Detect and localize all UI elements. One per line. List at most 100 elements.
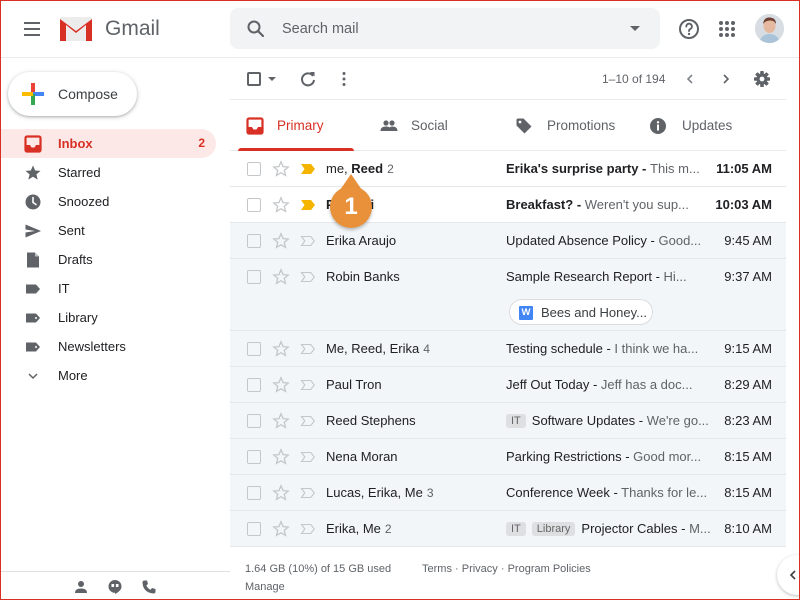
email-time: 8:23 AM xyxy=(724,413,772,428)
subject-line: IT Software Updates - We're go... xyxy=(506,413,709,428)
info-icon xyxy=(650,118,666,134)
important-marker-icon[interactable] xyxy=(300,199,316,211)
search-options-caret-icon[interactable] xyxy=(630,26,640,31)
subject-separator: - xyxy=(602,341,615,356)
star-toggle-icon[interactable] xyxy=(272,376,290,394)
sidebar-item-snoozed[interactable]: Snoozed xyxy=(0,187,216,216)
star-toggle-icon[interactable] xyxy=(272,160,290,178)
email-row[interactable]: Robin Banks Sample Research Report - Hi..… xyxy=(230,259,786,331)
row-checkbox[interactable] xyxy=(247,342,261,356)
sidebar-item-drafts[interactable]: Drafts xyxy=(0,245,216,274)
email-row[interactable]: Reed Stephens IT Software Updates - We're … xyxy=(230,403,786,439)
sender: Erika Araujo xyxy=(326,233,396,248)
sidebar-bottom-bar xyxy=(0,571,230,600)
tab-primary[interactable]: Primary xyxy=(230,100,362,151)
subject-separator: - xyxy=(677,521,690,536)
important-marker-icon[interactable] xyxy=(300,235,316,247)
row-checkbox[interactable] xyxy=(247,378,261,392)
subject-separator: - xyxy=(646,233,659,248)
search-input[interactable] xyxy=(282,8,612,49)
star-toggle-icon[interactable] xyxy=(272,268,290,286)
row-checkbox[interactable] xyxy=(247,234,261,248)
row-checkbox[interactable] xyxy=(247,486,261,500)
sidebar-item-it[interactable]: IT xyxy=(0,274,216,303)
search-icon[interactable] xyxy=(246,19,266,39)
row-checkbox[interactable] xyxy=(247,270,261,284)
sidebar-item-label: Sent xyxy=(58,223,85,238)
label-chip[interactable]: IT xyxy=(506,414,526,428)
label-chip[interactable]: IT xyxy=(506,522,526,536)
tab-social[interactable]: Social xyxy=(364,100,498,150)
email-subject: Updated Absence Policy xyxy=(506,233,647,248)
sender-name: Reed Stephens xyxy=(326,413,416,428)
select-all-checkbox[interactable] xyxy=(247,72,261,86)
important-marker-icon[interactable] xyxy=(300,343,316,355)
manage-storage-link[interactable]: Manage xyxy=(245,581,285,593)
star-toggle-icon[interactable] xyxy=(272,520,290,538)
phone-icon[interactable] xyxy=(141,579,157,595)
app-name: Gmail xyxy=(105,17,160,40)
email-row[interactable]: PoniBreakfast? - Weren't you sup...10:03… xyxy=(230,187,786,223)
important-marker-icon[interactable] xyxy=(300,451,316,463)
settings-gear-icon[interactable] xyxy=(752,69,772,89)
important-marker-icon[interactable] xyxy=(300,379,316,391)
star-toggle-icon[interactable] xyxy=(272,232,290,250)
tab-updates[interactable]: Updates xyxy=(633,100,767,150)
email-row[interactable]: Me, Reed, Erika 4 Testing schedule - I thi… xyxy=(230,331,786,367)
select-options-caret-icon[interactable] xyxy=(268,77,276,81)
contacts-icon[interactable] xyxy=(73,579,89,595)
sidebar-item-newsletters[interactable]: Newsletters xyxy=(0,332,216,361)
email-row[interactable]: Nena Moran Parking Restrictions - Good mo… xyxy=(230,439,786,475)
sender-name: Erika, Me xyxy=(326,521,381,536)
more-vert-icon[interactable] xyxy=(334,69,354,89)
gmail-logo-icon[interactable] xyxy=(59,16,93,42)
sidebar-item-inbox[interactable]: Inbox 2 xyxy=(0,129,216,158)
email-row[interactable]: Erika, Me 2 IT Library Projector Cables - M.… xyxy=(230,511,786,547)
email-row[interactable]: Paul Tron Jeff Out Today - Jeff has a doc… xyxy=(230,367,786,403)
tag-icon xyxy=(516,118,532,134)
star-toggle-icon[interactable] xyxy=(272,340,290,358)
help-icon[interactable] xyxy=(677,17,701,41)
star-toggle-icon[interactable] xyxy=(272,196,290,214)
sender-name: Paul Tron xyxy=(326,377,382,392)
row-checkbox[interactable] xyxy=(247,522,261,536)
row-checkbox[interactable] xyxy=(247,414,261,428)
row-checkbox[interactable] xyxy=(247,198,261,212)
account-avatar[interactable] xyxy=(755,14,784,43)
row-checkbox[interactable] xyxy=(247,450,261,464)
sidebar-item-library[interactable]: Library xyxy=(0,303,216,332)
star-toggle-icon[interactable] xyxy=(272,448,290,466)
label-chip[interactable]: Library xyxy=(531,522,576,536)
sidebar-item-starred[interactable]: Starred xyxy=(0,158,216,187)
tab-promotions[interactable]: Promotions xyxy=(499,100,633,150)
important-marker-icon[interactable] xyxy=(300,271,316,283)
refresh-icon[interactable] xyxy=(298,69,318,89)
important-marker-icon[interactable] xyxy=(300,163,316,175)
apps-grid-icon[interactable] xyxy=(715,17,739,41)
attachment-chip[interactable]: W Bees and Honey... xyxy=(509,299,653,325)
email-subject: Erika's surprise party xyxy=(506,161,639,176)
previous-page-icon[interactable] xyxy=(680,69,700,89)
subject-separator: - xyxy=(638,161,650,176)
search-bar[interactable] xyxy=(230,8,660,49)
sender-name: Nena Moran xyxy=(326,449,398,464)
terms-link[interactable]: Terms xyxy=(422,563,452,575)
sidebar-item-more[interactable]: More xyxy=(0,361,216,390)
clock-icon xyxy=(25,194,41,210)
star-toggle-icon[interactable] xyxy=(272,484,290,502)
hangouts-icon[interactable] xyxy=(107,579,123,595)
important-marker-icon[interactable] xyxy=(300,415,316,427)
program-policies-link[interactable]: Program Policies xyxy=(508,563,591,575)
email-row[interactable]: Erika Araujo Updated Absence Policy - Goo… xyxy=(230,223,786,259)
main-menu-button[interactable] xyxy=(20,17,44,41)
star-toggle-icon[interactable] xyxy=(272,412,290,430)
compose-button[interactable]: Compose xyxy=(8,72,137,116)
next-page-icon[interactable] xyxy=(716,69,736,89)
important-marker-icon[interactable] xyxy=(300,487,316,499)
important-marker-icon[interactable] xyxy=(300,523,316,535)
privacy-link[interactable]: Privacy xyxy=(462,563,498,575)
sidebar-item-sent[interactable]: Sent xyxy=(0,216,216,245)
email-row[interactable]: me, Reed 2 Erika's surprise party - This m… xyxy=(230,151,786,187)
email-row[interactable]: Lucas, Erika, Me 3 Conference Week - Thank… xyxy=(230,475,786,511)
row-checkbox[interactable] xyxy=(247,162,261,176)
